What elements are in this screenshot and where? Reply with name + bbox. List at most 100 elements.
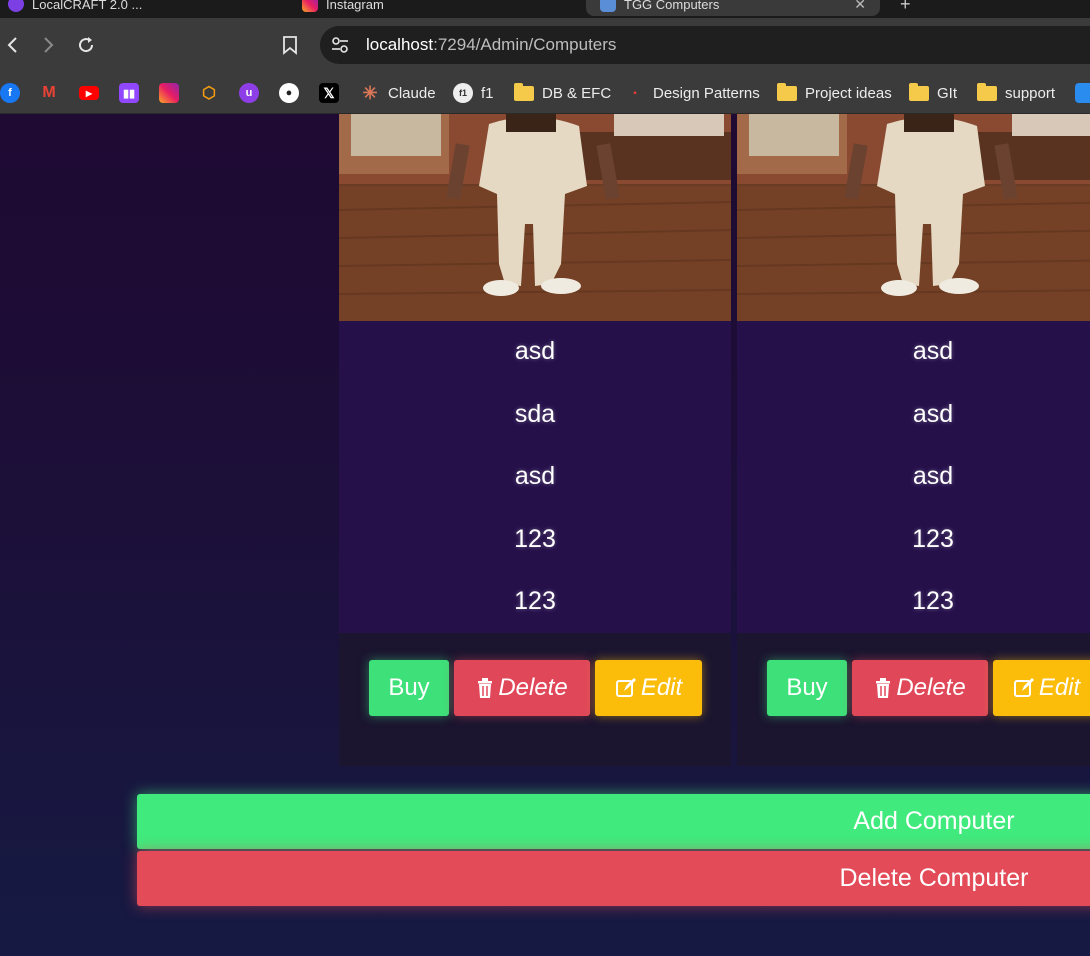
add-computer-button[interactable]: Add Computer (137, 794, 1090, 849)
computer-stock: 123 (912, 587, 954, 615)
bookmark-gmail[interactable]: M (39, 80, 59, 106)
folder-icon (909, 82, 929, 101)
product-image (339, 114, 731, 321)
computer-name: asd (514, 337, 556, 365)
edit-label: Edit (640, 674, 683, 701)
bookmarks-bar: f M ▶ ▮▮ ⬡ u ● 𝕏 ✳ Claude f1 f1 DB & EFC… (0, 72, 1090, 114)
app-icon (1075, 83, 1090, 103)
bookmark-github[interactable]: ● (279, 80, 299, 106)
u-icon: u (239, 83, 259, 103)
page-content: asd sda asd 123 123 Buy Delete Edit asd … (0, 114, 1090, 956)
gmail-icon: M (42, 84, 56, 101)
bookmark-git[interactable]: GIt (909, 80, 957, 106)
url-host: localhost (366, 35, 434, 54)
edit-button[interactable]: Edit (993, 660, 1090, 716)
buy-label: Buy (786, 674, 828, 701)
twitch-icon: ▮▮ (119, 83, 139, 103)
folder-icon (514, 82, 534, 101)
claude-icon: ✳ (362, 82, 378, 103)
computer-stock: 123 (514, 587, 556, 615)
card-details: asd asd asd 123 123 (737, 321, 1090, 633)
site-icon (600, 0, 616, 12)
tab-active[interactable]: TGG Computers ✕ (586, 0, 880, 16)
bookmark-label: GIt (937, 84, 958, 102)
computer-price: 123 (514, 525, 556, 553)
bookmark-youtube[interactable]: ▶ (79, 80, 99, 106)
bookmark-button[interactable] (275, 30, 305, 60)
buy-label: Buy (388, 674, 430, 701)
close-icon[interactable]: ✕ (854, 0, 866, 13)
new-tab-button[interactable]: + (900, 0, 911, 16)
url-text[interactable]: localhost:7294/Admin/Computers (366, 35, 616, 55)
delete-button[interactable]: Delete (852, 660, 988, 716)
delete-label: Delete (498, 674, 568, 701)
buy-button[interactable]: Buy (369, 660, 449, 716)
tab-label: Instagram (326, 0, 384, 12)
back-arrow-icon (7, 37, 17, 53)
product-image (737, 114, 1090, 321)
card-details: asd sda asd 123 123 (339, 321, 731, 633)
bookmark-icon (283, 36, 297, 55)
bookmark-twitch[interactable]: ▮▮ (119, 80, 139, 106)
facebook-icon: f (0, 83, 20, 103)
buy-button[interactable]: Buy (767, 660, 847, 716)
bookmark-design-patterns[interactable]: ▪ Design Patterns (625, 80, 760, 106)
site-settings-icon[interactable] (330, 35, 350, 55)
address-bar[interactable]: localhost:7294/Admin/Computers (320, 26, 1090, 64)
box-icon: ⬡ (202, 85, 216, 102)
bookmark-claude[interactable]: ✳ Claude (360, 80, 436, 106)
bookmark-facebook[interactable]: f (0, 80, 20, 106)
f1-icon: f1 (453, 83, 473, 103)
edit-button[interactable]: Edit (595, 660, 702, 716)
delete-computer-button[interactable]: Delete Computer (137, 851, 1090, 906)
youtube-icon: ▶ (79, 86, 99, 100)
add-computer-label: Add Computer (853, 807, 1015, 835)
computer-card: asd asd asd 123 123 Buy Delete Edit (737, 114, 1090, 766)
card-actions: Buy Delete Edit (339, 633, 731, 766)
folder-icon (977, 82, 997, 101)
bookmark-label: DB & EFC (542, 84, 612, 102)
delete-label: Delete (896, 674, 966, 701)
bookmark-db-efc[interactable]: DB & EFC (514, 80, 611, 106)
forward-arrow-icon (44, 37, 54, 53)
computer-category: asd (912, 462, 954, 490)
bookmark-instagram[interactable] (159, 80, 179, 106)
github-icon: ● (279, 83, 299, 103)
bookmark-box[interactable]: ⬡ (199, 80, 219, 106)
delete-button[interactable]: Delete (454, 660, 590, 716)
bookmark-x[interactable]: 𝕏 (319, 80, 339, 106)
instagram-icon (302, 0, 318, 12)
tab-instagram[interactable]: Instagram (302, 0, 384, 16)
tab-localcraft[interactable]: LocalCRAFT 2.0 ... (8, 0, 142, 16)
instagram-icon (159, 83, 179, 103)
browser-toolbar: localhost:7294/Admin/Computers (0, 18, 1090, 72)
bookmark-support[interactable]: support (977, 80, 1055, 106)
tab-label: LocalCRAFT 2.0 ... (32, 0, 143, 12)
trash-icon (876, 678, 891, 698)
computer-description: asd (912, 400, 954, 428)
forward-button[interactable] (34, 30, 64, 60)
computer-description: sda (514, 400, 556, 428)
edit-label: Edit (1038, 674, 1081, 701)
bookmark-label: Design Patterns (653, 84, 760, 102)
bookmark-overflow[interactable] (1075, 80, 1090, 106)
tab-label: TGG Computers (624, 0, 720, 12)
bookmark-label: f1 (481, 84, 494, 102)
bookmark-label: Claude (388, 84, 436, 102)
reload-icon (79, 37, 94, 53)
bookmark-u[interactable]: u (239, 80, 259, 106)
back-button[interactable] (0, 30, 27, 60)
design-patterns-icon: ▪ (633, 87, 637, 99)
bookmark-f1[interactable]: f1 f1 (453, 80, 494, 106)
url-path: :7294/Admin/Computers (433, 35, 617, 54)
trash-icon (478, 678, 493, 698)
site-icon (8, 0, 24, 12)
reload-button[interactable] (71, 30, 101, 60)
bookmark-label: support (1005, 84, 1056, 102)
computer-category: asd (514, 462, 556, 490)
bookmark-label: Project ideas (805, 84, 892, 102)
browser-tab-strip: LocalCRAFT 2.0 ... Instagram TGG Compute… (0, 0, 1090, 18)
computer-name: asd (912, 337, 954, 365)
bookmark-project-ideas[interactable]: Project ideas (777, 80, 892, 106)
computer-price: 123 (912, 525, 954, 553)
